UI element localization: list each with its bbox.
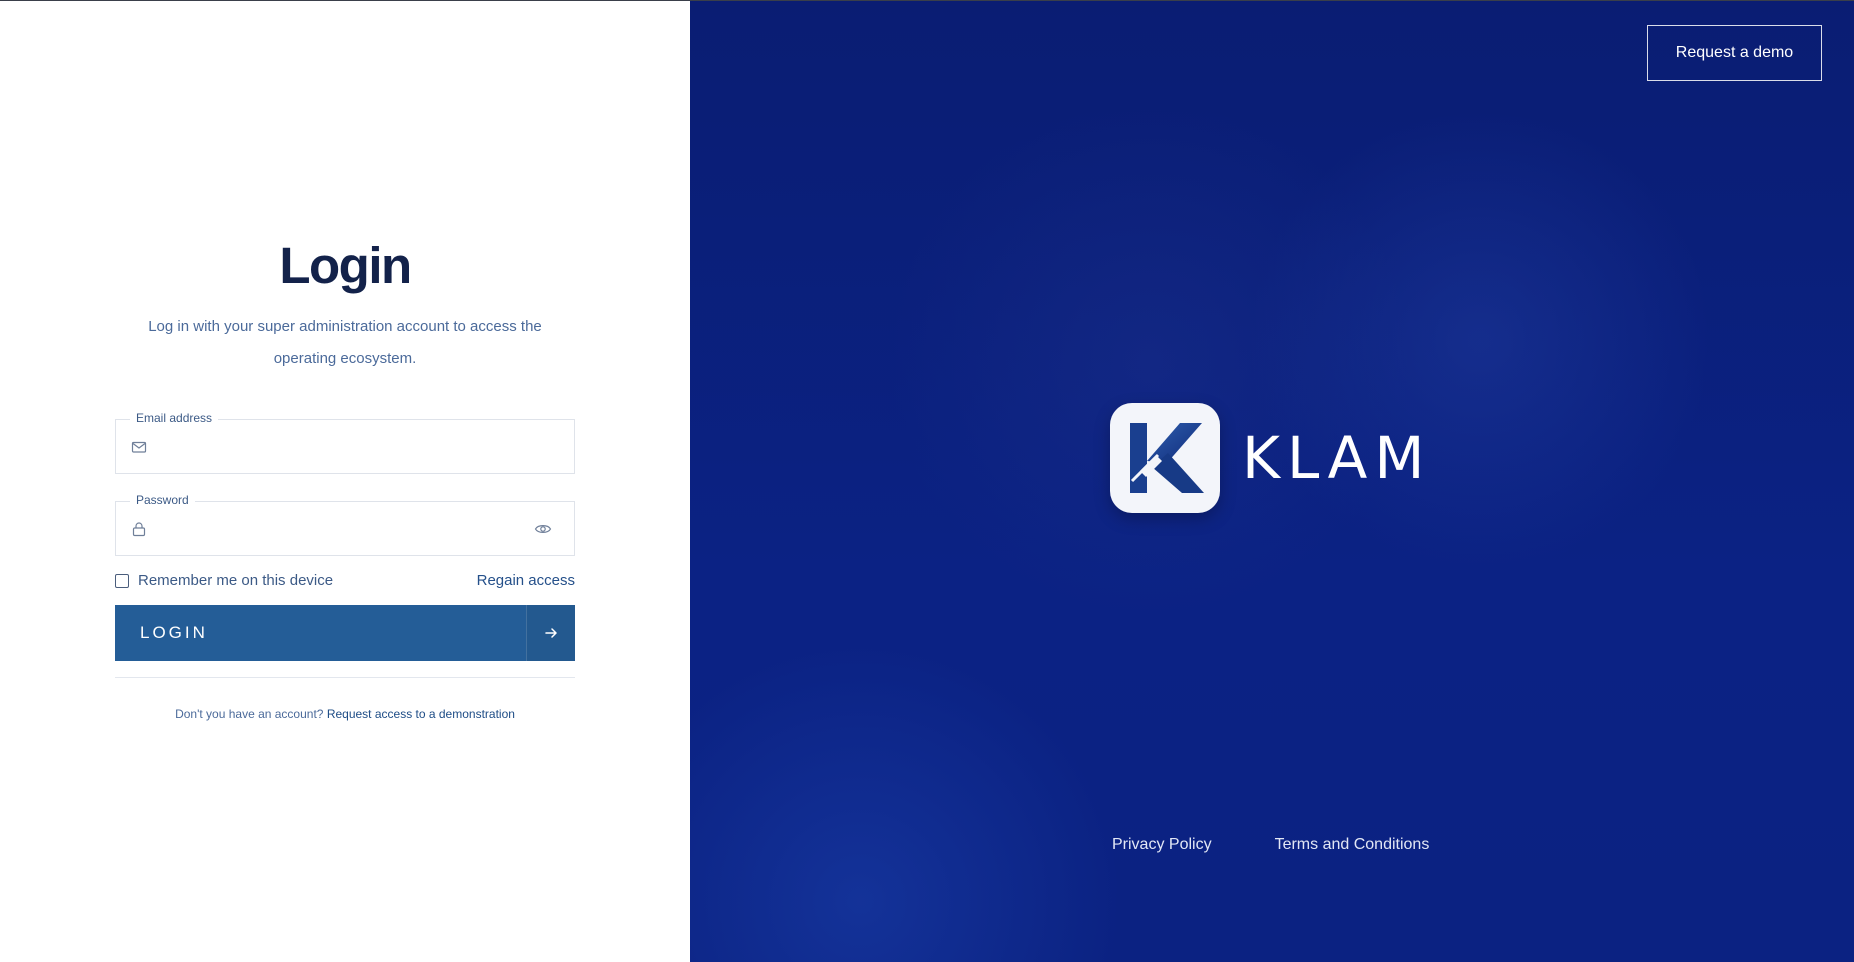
login-page: Login Log in with your super administrat… [0, 0, 1854, 962]
login-panel: Login Log in with your super administrat… [0, 1, 690, 962]
login-button[interactable]: LOGIN [115, 605, 575, 661]
signup-prompt: Don't you have an account? Request acces… [0, 707, 690, 721]
remember-me[interactable]: Remember me on this device [115, 572, 333, 589]
terms-link[interactable]: Terms and Conditions [1275, 836, 1430, 854]
footer-links: Privacy Policy Terms and Conditions [1112, 836, 1429, 854]
eye-icon[interactable] [534, 521, 552, 537]
request-demo-access-link[interactable]: Request access to a demonstration [327, 707, 515, 721]
divider [115, 677, 575, 678]
login-button-label: LOGIN [140, 623, 208, 642]
page-title: Login [279, 237, 412, 294]
email-field[interactable]: Email address [115, 411, 575, 475]
klam-logo-icon [1110, 403, 1220, 513]
mail-icon [131, 439, 147, 455]
privacy-policy-link[interactable]: Privacy Policy [1112, 836, 1212, 854]
brand-name: KLAM [1242, 424, 1432, 492]
request-demo-button[interactable]: Request a demo [1647, 25, 1822, 81]
password-input[interactable] [160, 502, 524, 557]
page-subtitle: Log in with your super administration ac… [148, 318, 542, 367]
brand-panel: Request a demo KLAM Privacy Policy Terms… [690, 1, 1854, 962]
arrow-right-icon [526, 605, 575, 661]
brand-logo: KLAM [1110, 403, 1431, 513]
email-input[interactable] [160, 420, 524, 475]
remember-label: Remember me on this device [138, 572, 334, 589]
remember-checkbox[interactable] [115, 573, 129, 588]
lock-icon [131, 521, 147, 537]
regain-access-link[interactable]: Regain access [477, 572, 575, 589]
signup-prompt-text: Don't you have an account? [175, 707, 324, 721]
password-field[interactable]: Password [115, 493, 575, 557]
